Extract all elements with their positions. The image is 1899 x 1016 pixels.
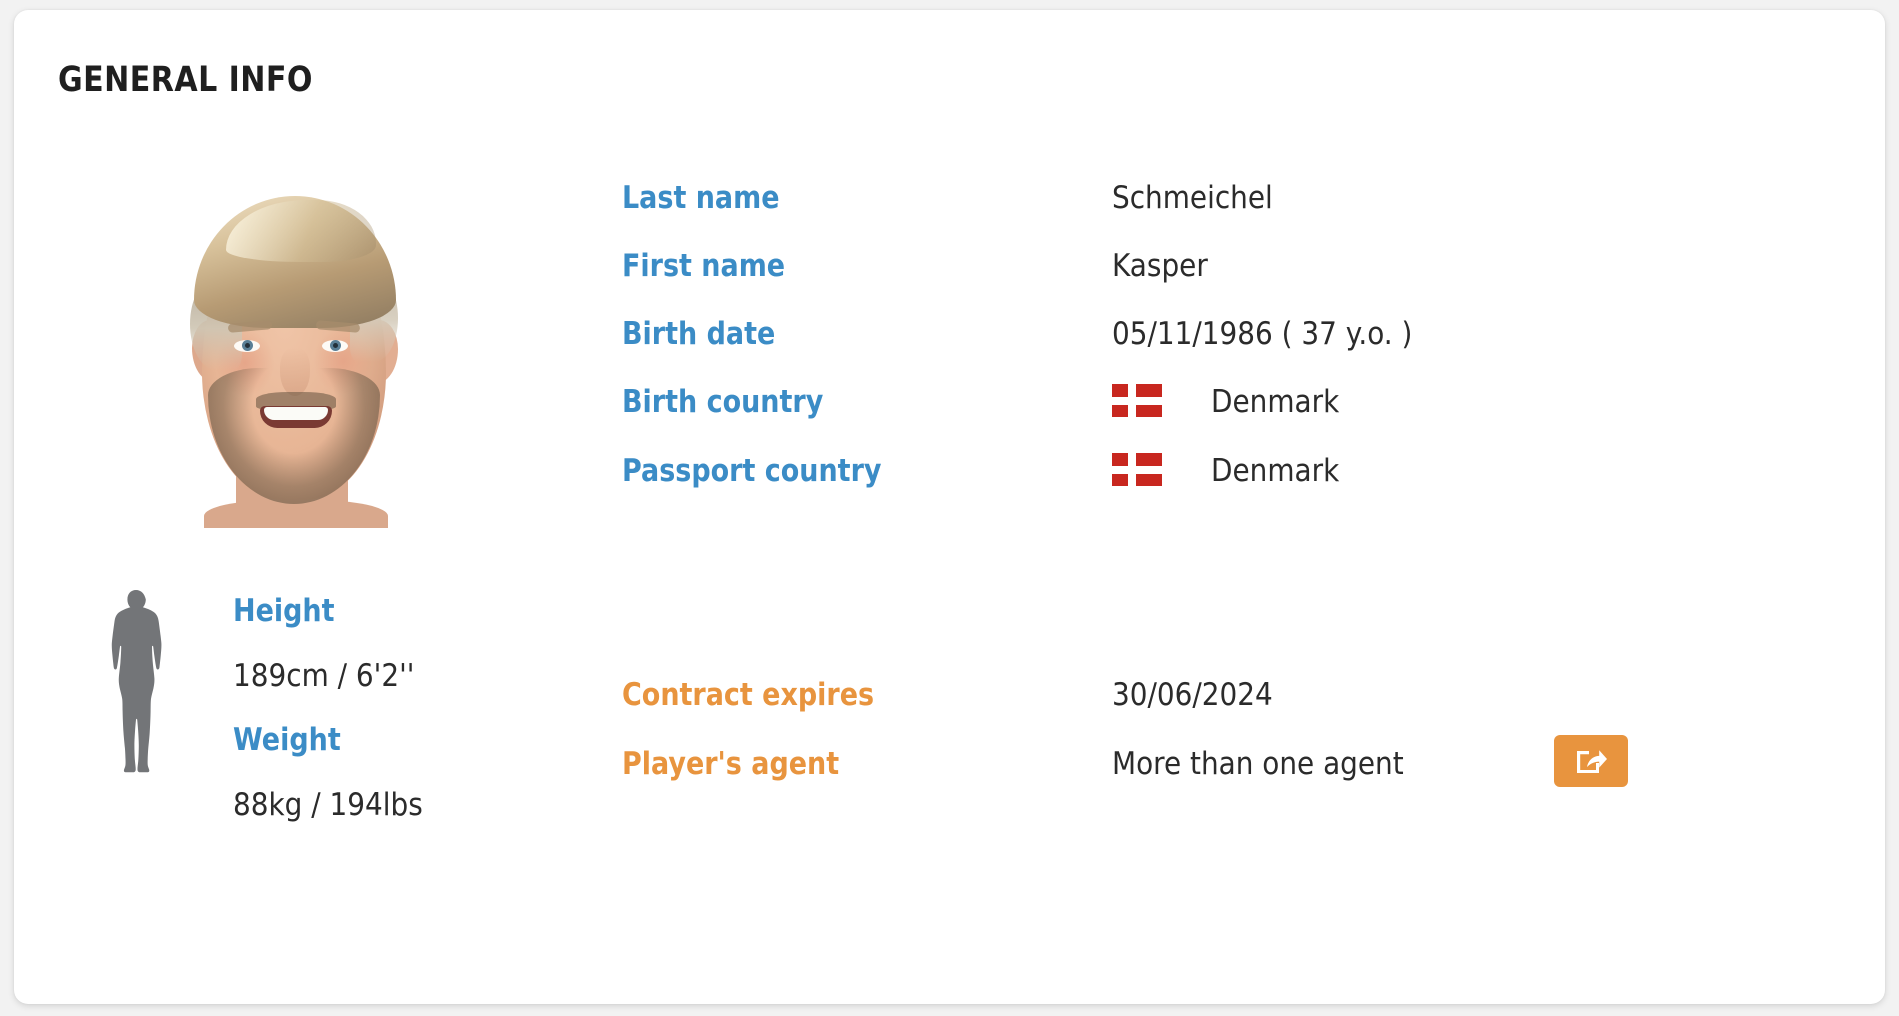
- label-weight: Weight: [233, 722, 341, 758]
- flag-cross-horizontal: [1112, 397, 1162, 405]
- photo-pupil-right: [333, 343, 338, 348]
- label-players-agent: Player's agent: [622, 746, 840, 782]
- general-info-card: GENERAL INFO Last name First name Birth …: [14, 10, 1885, 1004]
- label-first-name: First name: [622, 248, 786, 284]
- value-weight: 88kg / 194lbs: [233, 787, 423, 823]
- photo-pupil-left: [245, 343, 250, 348]
- page-title: GENERAL INFO: [58, 60, 313, 100]
- value-players-agent: More than one agent: [1112, 746, 1404, 782]
- label-contract-expires: Contract expires: [622, 677, 875, 713]
- label-birth-date: Birth date: [622, 316, 776, 352]
- label-last-name: Last name: [622, 180, 780, 216]
- player-headshot-photo: [164, 170, 426, 528]
- agent-details-button[interactable]: [1554, 735, 1628, 787]
- value-contract-expires: 30/06/2024: [1112, 677, 1273, 713]
- value-height: 189cm / 6'2'': [233, 658, 415, 694]
- value-passport-country: Denmark: [1211, 453, 1340, 489]
- flag-cross-horizontal: [1112, 466, 1162, 474]
- value-birth-date: 05/11/1986 ( 37 y.o. ): [1112, 316, 1413, 352]
- label-passport-country: Passport country: [622, 453, 882, 489]
- external-link-share-icon: [1577, 750, 1607, 773]
- denmark-flag-icon: [1112, 453, 1162, 486]
- label-birth-country: Birth country: [622, 384, 824, 420]
- value-birth-country: Denmark: [1211, 384, 1340, 420]
- photo-teeth: [264, 407, 328, 420]
- denmark-flag-icon: [1112, 384, 1162, 417]
- photo-beard: [208, 368, 380, 504]
- value-first-name: Kasper: [1112, 248, 1208, 284]
- body-silhouette-icon: [111, 590, 162, 773]
- value-last-name: Schmeichel: [1112, 180, 1273, 216]
- label-height: Height: [233, 593, 335, 629]
